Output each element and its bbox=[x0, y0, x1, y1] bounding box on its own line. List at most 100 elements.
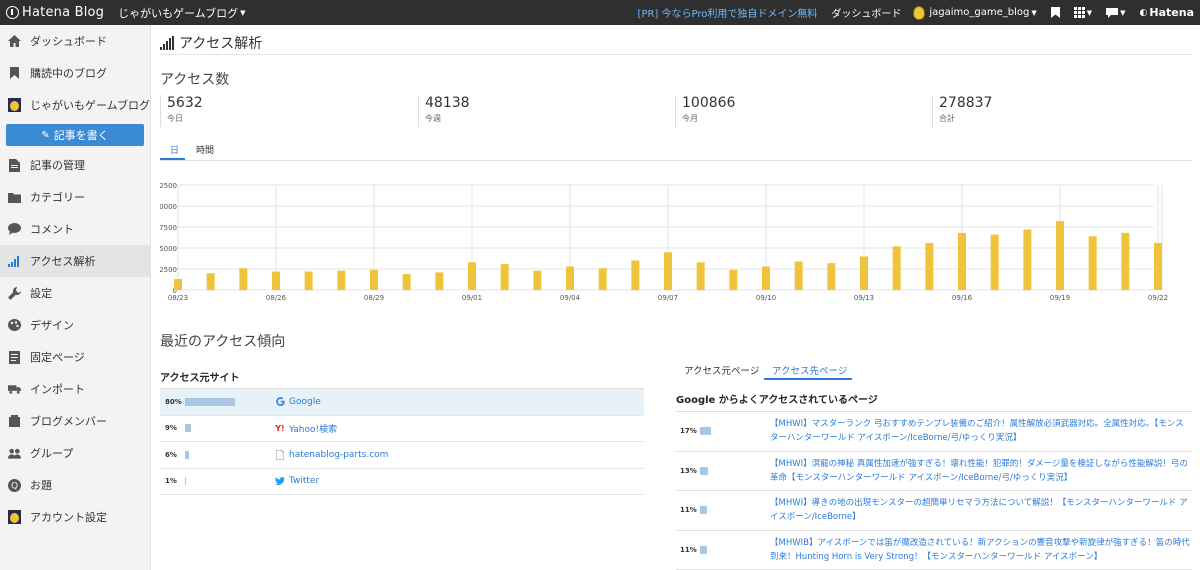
sidebar-item-label: 固定ページ bbox=[30, 351, 85, 364]
y-tick-label: 2500 bbox=[160, 266, 177, 274]
source-percent: 1% bbox=[165, 477, 177, 486]
range-tabs: 日 時間 bbox=[160, 141, 1192, 161]
chart-bar bbox=[598, 268, 607, 290]
hatena-link[interactable]: ◐ Hatena bbox=[1140, 6, 1194, 19]
page-row[interactable]: 11% 【MHWI】導きの地の出現モンスターの超簡単リセマラ方法について解説！【… bbox=[676, 491, 1192, 531]
sidebar-item-topics[interactable]: Q お題 bbox=[0, 469, 150, 501]
caret-down-icon: ▼ bbox=[1031, 8, 1037, 17]
title-divider bbox=[160, 54, 1192, 55]
sidebar-item-label: カテゴリー bbox=[30, 191, 85, 204]
sidebar-item-categories[interactable]: カテゴリー bbox=[0, 181, 150, 213]
source-bar-track bbox=[185, 450, 255, 459]
bookmark-icon[interactable] bbox=[1050, 7, 1060, 18]
sidebar-item-articles[interactable]: 記事の管理 bbox=[0, 149, 150, 181]
source-row[interactable]: 1% Twitter bbox=[160, 469, 644, 495]
write-article-button[interactable]: ✎ 記事を書く bbox=[6, 124, 144, 146]
source-row[interactable]: 6% hatenablog-parts.com bbox=[160, 442, 644, 469]
chart-bar bbox=[468, 262, 476, 290]
sidebar-item-label: デザイン bbox=[30, 319, 74, 332]
page-icon bbox=[8, 350, 21, 364]
dashboard-link[interactable]: ダッシュボード bbox=[831, 5, 901, 20]
source-name[interactable]: Yahoo!検索 bbox=[289, 422, 337, 435]
blog-selector[interactable]: じゃがいもゲームブログ ▼ bbox=[118, 5, 245, 21]
stat-label: 今週 bbox=[425, 114, 441, 123]
chart-bar bbox=[174, 279, 182, 290]
stat-value: 5632 bbox=[167, 95, 203, 111]
source-bar bbox=[185, 397, 235, 406]
source-row[interactable]: 80% Google bbox=[160, 389, 644, 416]
page-title-link[interactable]: 【MHWIB】アイスボーンでは笛が魔改造されている！新アクションの響音攻撃や新旋… bbox=[770, 536, 1190, 564]
caret-down-icon: ▼ bbox=[240, 8, 246, 17]
sidebar-item-static-pages[interactable]: 固定ページ bbox=[0, 341, 150, 373]
stat-today: 5632 今日 bbox=[160, 95, 203, 127]
source-bar-track bbox=[185, 477, 255, 486]
sidebar-item-dashboard[interactable]: ダッシュボード bbox=[0, 25, 150, 57]
sidebar-item-label: お題 bbox=[30, 479, 52, 492]
x-tick-label: 09/19 bbox=[1050, 294, 1070, 302]
chart-bar bbox=[794, 261, 803, 290]
sidebar-item-account[interactable]: アカウント設定 bbox=[0, 501, 150, 533]
page-row[interactable]: 13% 【MHWI】溟龍の神秘 真属性加速が強すぎる！壊れ性能！犯罪的！ダメージ… bbox=[676, 452, 1192, 491]
tab-active-indicator bbox=[764, 378, 852, 380]
hatena-blog-logo[interactable]: Hatena Blog bbox=[0, 0, 104, 25]
sidebar-item-groups[interactable]: グループ bbox=[0, 437, 150, 469]
source-bar bbox=[185, 477, 186, 486]
source-name[interactable]: Twitter bbox=[289, 476, 319, 486]
sidebar-item-design[interactable]: デザイン bbox=[0, 309, 150, 341]
x-tick-label: 08/23 bbox=[168, 294, 188, 302]
write-article-label: 記事を書く bbox=[53, 129, 109, 142]
source-bar bbox=[185, 424, 191, 433]
apps-grid-icon[interactable]: ▼ bbox=[1073, 7, 1092, 18]
page-title-link[interactable]: 【MHWI】導きの地の出現モンスターの超簡単リセマラ方法について解説！【モンスタ… bbox=[770, 496, 1190, 524]
page-bar-track bbox=[700, 506, 770, 515]
tab-day[interactable]: 日 bbox=[170, 143, 179, 156]
source-row[interactable]: 9% Y! Yahoo!検索 bbox=[160, 416, 644, 442]
hatena-logo-icon bbox=[6, 6, 19, 19]
chart-bar bbox=[1121, 232, 1130, 290]
y-tick-label: 5000 bbox=[160, 245, 177, 253]
blog-selector-label: じゃがいもゲームブログ bbox=[118, 6, 239, 20]
page-bar-track bbox=[700, 545, 770, 554]
chart-bar bbox=[1056, 221, 1064, 290]
pages-table: 17% 【MHWI】マスターランク 弓おすすめテンプレ装備のご紹介！属性解放必須… bbox=[676, 411, 1192, 570]
bookmark-icon bbox=[8, 67, 21, 80]
tab-destination-pages[interactable]: アクセス先ページ bbox=[772, 363, 847, 377]
sidebar-item-settings[interactable]: 設定 bbox=[0, 277, 150, 309]
sidebar-item-blog[interactable]: じゃがいもゲームブログ bbox=[0, 89, 150, 121]
sidebar-item-members[interactable]: ブログメンバー bbox=[0, 405, 150, 437]
chart-bar bbox=[892, 246, 901, 290]
user-menu[interactable]: jagaimo_game_blog ▼ bbox=[913, 5, 1037, 20]
notification-icon[interactable]: ▼ bbox=[1106, 7, 1126, 18]
chart-bar bbox=[533, 270, 542, 290]
folder-icon bbox=[8, 191, 21, 204]
sidebar-item-analytics[interactable]: アクセス解析 bbox=[0, 245, 150, 277]
edit-icon: ✎ bbox=[41, 129, 50, 141]
sidebar-item-import[interactable]: インポート bbox=[0, 373, 150, 405]
tab-hour[interactable]: 時間 bbox=[196, 143, 214, 156]
page-title-link[interactable]: 【MHWI】マスターランク 弓おすすめテンプレ装備のご紹介！属性解放必須武器対応… bbox=[770, 417, 1190, 445]
source-name[interactable]: hatenablog-parts.com bbox=[289, 450, 388, 460]
source-percent: 9% bbox=[165, 424, 177, 433]
sidebar-item-comments[interactable]: コメント bbox=[0, 213, 150, 245]
pages-title: Google からよくアクセスされているページ bbox=[676, 395, 878, 406]
sidebar-item-subscriptions[interactable]: 購読中のブログ bbox=[0, 57, 150, 89]
stat-total: 278837 合計 bbox=[932, 95, 992, 127]
hatena-label: Hatena bbox=[1149, 6, 1194, 19]
tab-source-pages[interactable]: アクセス元ページ bbox=[684, 363, 759, 377]
username: jagaimo_game_blog bbox=[929, 7, 1030, 18]
chart-bar bbox=[435, 272, 444, 290]
x-tick-label: 09/07 bbox=[658, 294, 678, 302]
x-tick-label: 08/29 bbox=[364, 294, 384, 302]
stat-label: 今日 bbox=[167, 114, 183, 123]
chart-bar bbox=[925, 242, 934, 290]
source-name[interactable]: Google bbox=[289, 397, 321, 407]
pr-link[interactable]: [PR] 今ならPro利用で独自ドメイン無料 bbox=[638, 5, 818, 20]
hatena-mark-icon: ◐ bbox=[1139, 7, 1148, 18]
page-title-link[interactable]: 【MHWI】溟龍の神秘 真属性加速が強すぎる！壊れ性能！犯罪的！ダメージ量を検証… bbox=[770, 457, 1190, 485]
comment-icon bbox=[8, 223, 21, 236]
page-row[interactable]: 11% 【MHWIB】アイスボーンでは笛が魔改造されている！新アクションの響音攻… bbox=[676, 531, 1192, 570]
x-tick-label: 09/13 bbox=[854, 294, 874, 302]
source-percent: 80% bbox=[165, 397, 182, 406]
chart-bar bbox=[729, 269, 738, 290]
page-row[interactable]: 17% 【MHWI】マスターランク 弓おすすめテンプレ装備のご紹介！属性解放必須… bbox=[676, 412, 1192, 452]
